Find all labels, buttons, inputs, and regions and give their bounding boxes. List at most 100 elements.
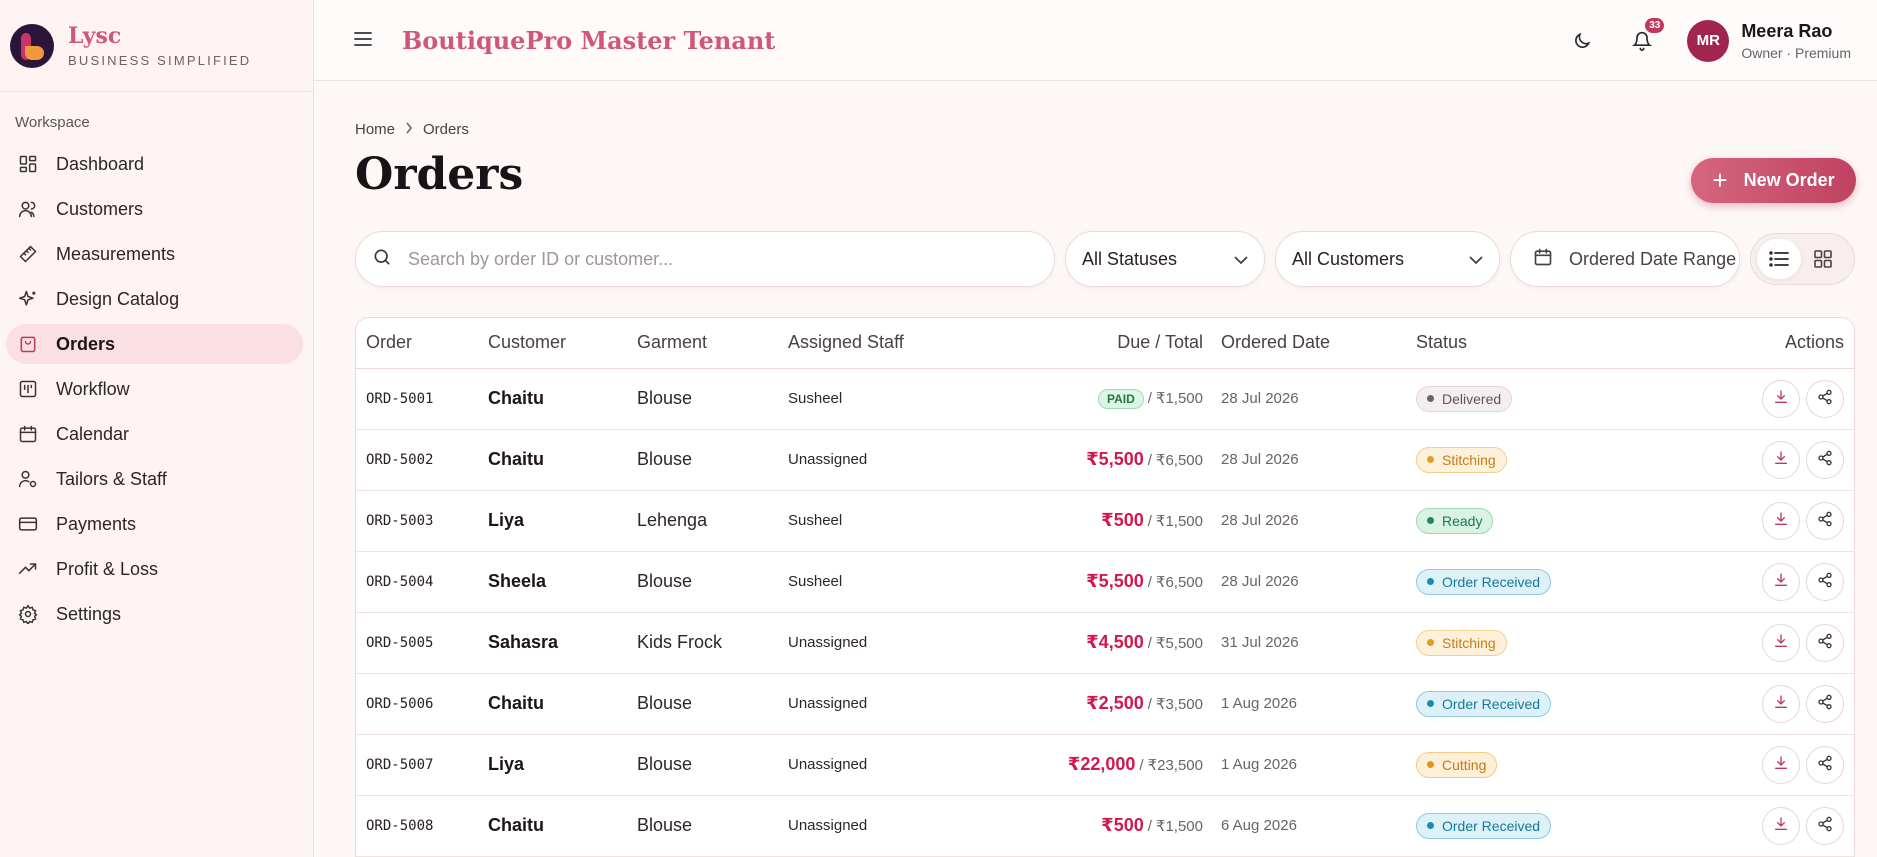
search-box [355,231,1055,287]
menu-toggle-icon[interactable] [354,27,378,53]
order-id[interactable]: ORD-5007 [366,757,433,773]
download-icon [1773,511,1789,531]
filter-bar: All Statuses All Customers Ordered Date … [355,231,1855,287]
share-button[interactable] [1806,501,1844,540]
due-total-cell: ₹4,500/₹5,500 [938,612,1221,674]
download-icon [1773,450,1789,470]
download-button[interactable] [1762,562,1800,601]
table-row[interactable]: ORD-5007 Liya Blouse Unassigned ₹22,000/₹23,… [356,734,1854,796]
table-row[interactable]: ORD-5005 Sahasra Kids Frock Unassigned ₹4,50… [356,612,1854,674]
due-amount: ₹4,500 [1086,632,1144,652]
sidebar-item-dashboard[interactable]: Dashboard [6,144,303,184]
sidebar-item-orders[interactable]: Orders [6,324,303,364]
gear-icon [16,602,40,626]
status-filter-select[interactable]: All Statuses [1065,231,1265,287]
garment-name: Lehenga [637,510,708,530]
order-id[interactable]: ORD-5002 [366,452,433,468]
avatar[interactable]: MR [1687,19,1730,62]
status-badge: Order Received [1416,690,1552,717]
notifications-button[interactable]: 33 [1627,17,1665,56]
credit-card-icon [16,512,40,536]
date-range-picker[interactable]: Ordered Date Range [1510,231,1740,287]
column-header-due-total[interactable]: Due / Total [938,318,1221,369]
share-button[interactable] [1806,806,1844,845]
column-header-customer[interactable]: Customer [488,318,637,369]
moon-icon[interactable] [1567,26,1597,56]
status-label: Delivered [1442,390,1502,407]
customer-cell: Liya [488,490,637,552]
share-button[interactable] [1806,379,1844,418]
sidebar-item-label: Customers [56,198,144,219]
order-id[interactable]: ORD-5008 [366,818,433,834]
sidebar-item-calendar[interactable]: Calendar [6,414,303,454]
download-button[interactable] [1762,684,1800,723]
grid-view-button[interactable] [1801,239,1845,279]
due-total-separator: / [1147,696,1152,713]
ordered-date-cell: 28 Jul 2026 [1221,368,1416,430]
column-header-staff[interactable]: Assigned Staff [788,318,938,369]
sidebar-item-label: Calendar [56,423,130,444]
order-id[interactable]: ORD-5005 [366,635,433,651]
tenant-name: BoutiquePro Master Tenant [402,25,776,55]
garment-name: Blouse [637,693,693,713]
share-button[interactable] [1806,745,1844,784]
column-header-ordered-date[interactable]: Ordered Date [1221,318,1416,369]
status-cell: Ready [1416,490,1636,552]
sidebar-item-tailors-and-staff[interactable]: Tailors & Staff [6,459,303,499]
share-button[interactable] [1806,623,1844,662]
share-button[interactable] [1806,440,1844,479]
share-icon [1817,816,1833,836]
table-row[interactable]: ORD-5002 Chaitu Blouse Unassigned ₹5,500/₹6,… [356,429,1854,491]
sidebar-item-design-catalog[interactable]: Design Catalog [6,279,303,319]
order-id[interactable]: ORD-5001 [366,391,433,407]
customer-filter-select[interactable]: All Customers [1275,231,1500,287]
order-id[interactable]: ORD-5006 [366,696,433,712]
order-id[interactable]: ORD-5003 [366,513,433,529]
total-amount: ₹1,500 [1155,513,1203,530]
date-range-label: Ordered Date Range [1569,248,1737,269]
download-button[interactable] [1762,806,1800,845]
order-id-cell: ORD-5005 [356,612,488,674]
status-dot [1427,700,1434,707]
download-button[interactable] [1762,745,1800,784]
page-title: Orders [355,149,524,200]
search-input[interactable] [408,248,1008,270]
ordered-date-cell: 28 Jul 2026 [1221,429,1416,491]
sidebar-item-label: Profit & Loss [56,558,159,579]
sidebar-item-customers[interactable]: Customers [6,189,303,229]
share-button[interactable] [1806,684,1844,723]
column-header-status[interactable]: Status [1416,318,1636,369]
order-id[interactable]: ORD-5004 [366,574,433,590]
status-cell: Order Received [1416,673,1636,735]
sidebar-item-payments[interactable]: Payments [6,504,303,544]
order-id-cell: ORD-5001 [356,368,488,430]
table-row[interactable]: ORD-5001 Chaitu Blouse Susheel PAID / ₹1,500 28… [356,368,1854,430]
download-icon [1773,694,1789,714]
table-row[interactable]: ORD-5006 Chaitu Blouse Unassigned ₹2,500/₹3,… [356,673,1854,735]
ordered-date: 28 Jul 2026 [1221,451,1299,468]
download-button[interactable] [1762,440,1800,479]
download-button[interactable] [1762,623,1800,662]
column-header-garment[interactable]: Garment [637,318,788,369]
breadcrumb-home[interactable]: Home [355,121,395,138]
brand[interactable]: Lysc BUSINESS SIMPLIFIED [0,0,313,92]
ordered-date-cell: 28 Jul 2026 [1221,490,1416,552]
order-id-cell: ORD-5008 [356,795,488,857]
download-button[interactable] [1762,501,1800,540]
share-button[interactable] [1806,562,1844,601]
sidebar-item-profit-and-loss[interactable]: Profit & Loss [6,549,303,589]
column-header-order[interactable]: Order [356,318,488,369]
staff-cell: Unassigned [788,612,938,674]
total-amount: ₹1,500 [1155,389,1203,407]
sidebar-item-measurements[interactable]: Measurements [6,234,303,274]
garment-cell: Kids Frock [637,612,788,674]
assigned-staff: Unassigned [788,817,868,834]
download-button[interactable] [1762,379,1800,418]
sidebar-item-workflow[interactable]: Workflow [6,369,303,409]
table-row[interactable]: ORD-5003 Liya Lehenga Susheel ₹500/₹1,500 28 … [356,490,1854,552]
sidebar-item-settings[interactable]: Settings [6,594,303,634]
new-order-button[interactable]: + New Order [1691,158,1856,203]
table-row[interactable]: ORD-5008 Chaitu Blouse Unassigned ₹500/₹1,50… [356,795,1854,857]
list-view-button[interactable] [1757,239,1801,279]
table-row[interactable]: ORD-5004 Sheela Blouse Susheel ₹5,500/₹6,500… [356,551,1854,613]
